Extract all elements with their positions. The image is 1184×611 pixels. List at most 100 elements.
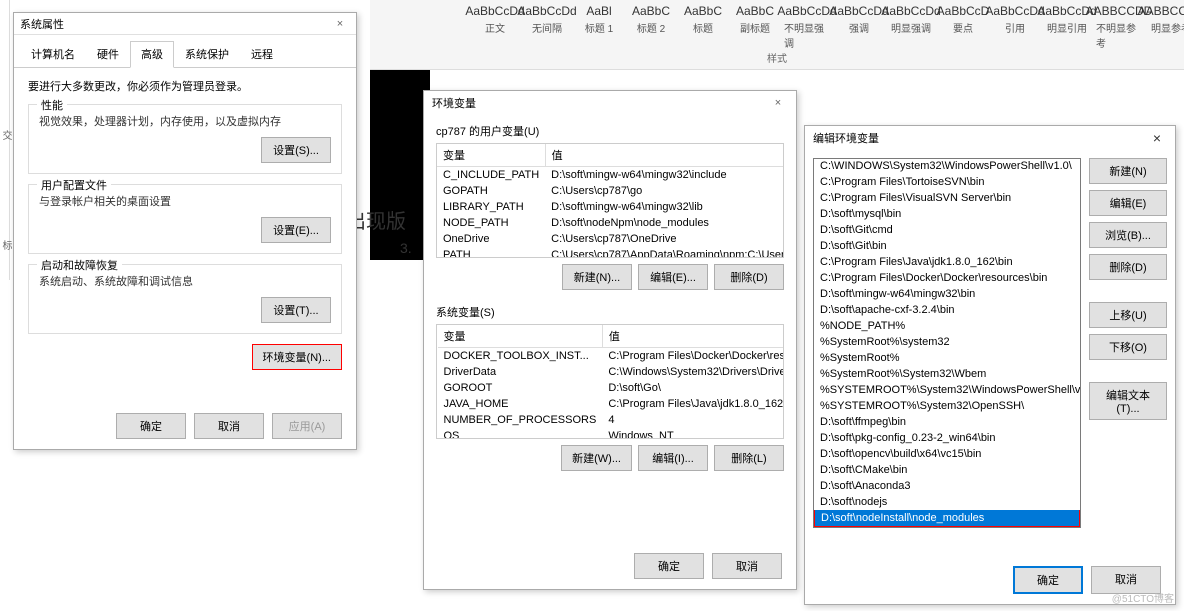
style-name: 强调 — [849, 20, 869, 35]
left-pane-stripe: 交 标 — [0, 0, 10, 280]
style-box[interactable]: AABBCCDD明显参考 — [1146, 2, 1184, 52]
style-preview: AaBbCcDd — [465, 4, 524, 18]
style-box[interactable]: AaBbCcDd明显强调 — [886, 2, 936, 52]
list-item[interactable]: D:\soft\nodeInstall\node_modules — [814, 510, 1080, 527]
cancel-button[interactable]: 取消 — [194, 413, 264, 439]
startup-settings-button[interactable]: 设置(T)... — [261, 297, 331, 323]
sys-new-button[interactable]: 新建(W)... — [561, 445, 632, 471]
style-box[interactable]: AaBbC标题 — [678, 2, 728, 52]
var-name: GOROOT — [438, 380, 603, 396]
styles-gallery: AaBbCcDd正文AaBbCcDd无间隔AaBl标题 1AaBbC标题 2Aa… — [470, 2, 1184, 52]
list-item[interactable]: D:\soft\ffmpeg\bin — [814, 414, 1080, 430]
list-item[interactable]: C:\Program Files\TortoiseSVN\bin — [814, 174, 1080, 190]
table-row[interactable]: PATHC:\Users\cp787\AppData\Roaming\npm;C… — [437, 247, 784, 258]
list-item[interactable]: D:\soft\Git\cmd — [814, 222, 1080, 238]
table-row[interactable]: DriverDataC:\Windows\System32\Drivers\Dr… — [438, 364, 785, 380]
environment-variables-button[interactable]: 环境变量(N)... — [252, 344, 342, 370]
list-item[interactable]: D:\soft\mysql\bin — [814, 206, 1080, 222]
list-item[interactable]: %NODE_PATH% — [814, 318, 1080, 334]
apply-button[interactable]: 应用(A) — [272, 413, 342, 439]
user-edit-button[interactable]: 编辑(E)... — [638, 264, 708, 290]
style-box[interactable]: AaBbC副标题 — [730, 2, 780, 52]
cancel-button[interactable]: 取消 — [712, 553, 782, 579]
table-row[interactable]: NUMBER_OF_PROCESSORS4 — [438, 412, 785, 428]
list-item[interactable]: %SystemRoot%\system32 — [814, 334, 1080, 350]
list-item[interactable]: D:\soft\opencv\build\x64\vc15\bin — [814, 446, 1080, 462]
user-new-button[interactable]: 新建(N)... — [562, 264, 632, 290]
tab-3[interactable]: 系统保护 — [174, 41, 240, 67]
path-list[interactable]: C:\WINDOWS\System32\WbemC:\WINDOWS\Syste… — [813, 158, 1081, 528]
close-icon[interactable]: × — [1147, 130, 1167, 146]
edit-text-button[interactable]: 编辑文本(T)... — [1089, 382, 1167, 420]
table-row[interactable]: C_INCLUDE_PATHD:\soft\mingw-w64\mingw32\… — [437, 167, 784, 184]
sys-edit-button[interactable]: 编辑(I)... — [638, 445, 708, 471]
list-item[interactable]: D:\soft\CMake\bin — [814, 462, 1080, 478]
style-box[interactable]: AaBbCcDd无间隔 — [522, 2, 572, 52]
table-row[interactable]: JAVA_HOMEC:\Program Files\Java\jdk1.8.0_… — [438, 396, 785, 412]
style-box[interactable]: AaBbCcDd明显引用 — [1042, 2, 1092, 52]
user-delete-button[interactable]: 删除(D) — [714, 264, 784, 290]
style-box[interactable]: AaBbC标题 2 — [626, 2, 676, 52]
new-button[interactable]: 新建(N) — [1089, 158, 1167, 184]
list-item[interactable]: %SYSTEMROOT%\System32\WindowsPowerShell\… — [814, 382, 1080, 398]
style-box[interactable]: AaBbCcD要点 — [938, 2, 988, 52]
tab-1[interactable]: 硬件 — [86, 41, 130, 67]
style-name: 不明显强调 — [784, 20, 830, 50]
delete-button[interactable]: 删除(D) — [1089, 254, 1167, 280]
browse-button[interactable]: 浏览(B)... — [1089, 222, 1167, 248]
table-row[interactable]: DOCKER_TOOLBOX_INST...C:\Program Files\D… — [438, 348, 785, 365]
sys-vars-label: 系统变量(S) — [424, 296, 796, 324]
list-item[interactable]: %SystemRoot%\System32\Wbem — [814, 366, 1080, 382]
list-item[interactable]: D:\soft\Anaconda3 — [814, 478, 1080, 494]
profile-settings-button[interactable]: 设置(E)... — [261, 217, 331, 243]
var-value: D:\soft\mingw-w64\mingw32\include — [545, 167, 784, 184]
list-item[interactable]: C:\WINDOWS\System32\WindowsPowerShell\v1… — [814, 158, 1080, 174]
edit-button[interactable]: 编辑(E) — [1089, 190, 1167, 216]
ok-button[interactable]: 确定 — [116, 413, 186, 439]
style-box[interactable]: AABBCCDD不明显参考 — [1094, 2, 1144, 52]
startup-desc: 系统启动、系统故障和调试信息 — [39, 273, 331, 289]
editvar-titlebar: 编辑环境变量 × — [805, 126, 1175, 150]
table-row[interactable]: GOROOTD:\soft\Go\ — [438, 380, 785, 396]
left-label-2: 标 — [0, 240, 13, 250]
list-item[interactable]: D:\soft\mingw-w64\mingw32\bin — [814, 286, 1080, 302]
tab-4[interactable]: 远程 — [240, 41, 284, 67]
startup-legend: 启动和故障恢复 — [37, 257, 122, 273]
system-properties-dialog: 系统属性 × 计算机名硬件高级系统保护远程 要进行大多数更改，你必须作为管理员登… — [13, 12, 357, 450]
table-row[interactable]: GOPATHC:\Users\cp787\go — [437, 183, 784, 199]
table-row[interactable]: OneDriveC:\Users\cp787\OneDrive — [437, 231, 784, 247]
tab-2[interactable]: 高级 — [130, 41, 174, 68]
sys-vars-table[interactable]: 变量 值 DOCKER_TOOLBOX_INST...C:\Program Fi… — [436, 324, 784, 439]
tab-0[interactable]: 计算机名 — [20, 41, 86, 67]
style-box[interactable]: AaBbCcDd引用 — [990, 2, 1040, 52]
performance-settings-button[interactable]: 设置(S)... — [261, 137, 331, 163]
style-box[interactable]: AaBbCcDd正文 — [470, 2, 520, 52]
list-item[interactable]: D:\soft\Git\bin — [814, 238, 1080, 254]
list-item[interactable]: %SYSTEMROOT%\System32\OpenSSH\ — [814, 398, 1080, 414]
style-box[interactable]: AaBbCcDd强调 — [834, 2, 884, 52]
sys-delete-button[interactable]: 删除(L) — [714, 445, 784, 471]
list-item[interactable]: %SystemRoot% — [814, 350, 1080, 366]
list-item[interactable]: D:\soft\pkg-config_0.23-2_win64\bin — [814, 430, 1080, 446]
user-vars-label: cp787 的用户变量(U) — [424, 115, 796, 143]
move-down-button[interactable]: 下移(O) — [1089, 334, 1167, 360]
list-item[interactable]: C:\Program Files\VisualSVN Server\bin — [814, 190, 1080, 206]
list-item[interactable]: C:\Program Files\Docker\Docker\resources… — [814, 270, 1080, 286]
table-row[interactable]: LIBRARY_PATHD:\soft\mingw-w64\mingw32\li… — [437, 199, 784, 215]
style-box[interactable]: AaBl标题 1 — [574, 2, 624, 52]
style-box[interactable]: AaBbCcDd不明显强调 — [782, 2, 832, 52]
table-row[interactable]: NODE_PATHD:\soft\nodeNpm\node_modules — [437, 215, 784, 231]
var-name: OneDrive — [437, 231, 545, 247]
user-vars-table[interactable]: 变量 值 C_INCLUDE_PATHD:\soft\mingw-w64\min… — [436, 143, 784, 258]
envvars-titlebar: 环境变量 × — [424, 91, 796, 115]
table-row[interactable]: OSWindows_NT — [438, 428, 785, 439]
ok-button[interactable]: 确定 — [1013, 566, 1083, 594]
close-icon[interactable]: × — [330, 18, 350, 30]
list-item[interactable]: D:\soft\nodejs — [814, 494, 1080, 510]
var-name: DriverData — [438, 364, 603, 380]
close-icon[interactable]: × — [768, 97, 788, 109]
list-item[interactable]: C:\Program Files\Java\jdk1.8.0_162\bin — [814, 254, 1080, 270]
list-item[interactable]: D:\soft\apache-cxf-3.2.4\bin — [814, 302, 1080, 318]
move-up-button[interactable]: 上移(U) — [1089, 302, 1167, 328]
ok-button[interactable]: 确定 — [634, 553, 704, 579]
